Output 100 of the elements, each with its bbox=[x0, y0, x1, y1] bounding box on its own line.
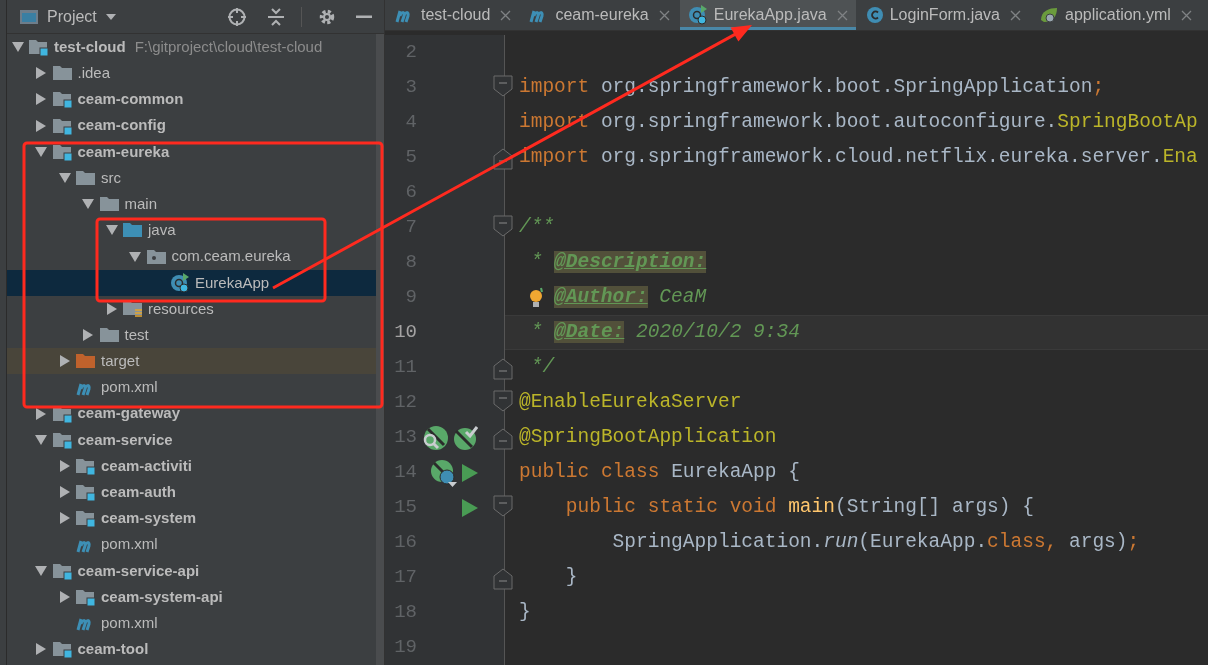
fold-marker-icon[interactable] bbox=[493, 568, 513, 590]
tree-item[interactable]: .idea bbox=[7, 60, 376, 87]
expanded-arrow-icon[interactable] bbox=[35, 434, 47, 445]
collapse-all-icon[interactable] bbox=[267, 6, 285, 27]
item-label: main bbox=[124, 193, 157, 214]
fold-marker-icon[interactable] bbox=[493, 75, 513, 97]
close-icon[interactable] bbox=[658, 9, 670, 21]
expanded-arrow-icon[interactable] bbox=[35, 146, 47, 157]
module-folder-icon bbox=[52, 640, 73, 659]
code-line: import org.springframework.cloud.netflix.eureka.server.Ena bbox=[519, 144, 1198, 170]
expanded-arrow-icon[interactable] bbox=[105, 225, 118, 236]
tree-item[interactable]: ceam-service bbox=[7, 426, 376, 453]
tree-item[interactable]: pom.xml bbox=[7, 610, 376, 637]
lightbulb-icon[interactable] bbox=[528, 286, 545, 309]
tree-item[interactable]: EurekaApp bbox=[7, 269, 376, 296]
spring-class-icon[interactable] bbox=[430, 458, 458, 487]
module-folder-icon bbox=[76, 509, 96, 528]
minimize-icon[interactable] bbox=[356, 14, 372, 19]
collapsed-arrow-icon[interactable] bbox=[59, 512, 70, 525]
code-line: */ bbox=[529, 354, 555, 380]
tree-item[interactable]: java bbox=[7, 217, 376, 244]
tree-item[interactable]: ceam-gateway bbox=[7, 400, 376, 427]
item-label: ceam-config bbox=[77, 115, 166, 136]
tree-item[interactable]: pom.xml bbox=[7, 531, 376, 558]
item-label: pom.xml bbox=[101, 534, 158, 555]
code-line: SpringApplication.run(EurekaApp.class, args); bbox=[611, 529, 1140, 555]
spring-bean-check-icon[interactable] bbox=[452, 424, 478, 451]
editor-tab[interactable]: EurekaApp.java bbox=[679, 0, 856, 30]
folder-icon bbox=[76, 170, 96, 187]
fold-marker-icon[interactable] bbox=[493, 215, 513, 237]
fold-marker-icon[interactable] bbox=[493, 428, 513, 450]
tree-item[interactable]: src bbox=[7, 164, 376, 192]
item-label: src bbox=[101, 167, 121, 188]
tree-item[interactable]: main bbox=[7, 191, 376, 218]
collapsed-arrow-icon[interactable] bbox=[36, 643, 46, 656]
collapsed-arrow-icon[interactable] bbox=[59, 486, 70, 499]
module-folder-icon bbox=[76, 457, 96, 476]
item-label: ceam-system bbox=[101, 508, 197, 529]
tree-item[interactable]: ceam-eureka bbox=[7, 138, 376, 165]
item-label: ceam-service-api bbox=[77, 560, 200, 581]
locate-icon[interactable] bbox=[227, 6, 247, 27]
expanded-arrow-icon[interactable] bbox=[11, 42, 24, 53]
code-line: @Author: CeaM bbox=[554, 284, 707, 310]
dropdown-caret-icon[interactable] bbox=[104, 12, 117, 21]
settings-icon[interactable] bbox=[318, 7, 336, 26]
tree-item[interactable]: ceam-config bbox=[7, 112, 376, 139]
tree-item[interactable]: resources bbox=[7, 295, 376, 323]
code-line: } bbox=[564, 564, 578, 590]
tree-item[interactable]: ceam-activiti bbox=[7, 453, 376, 480]
item-label: test-cloud bbox=[54, 36, 126, 57]
folder-icon bbox=[76, 353, 96, 370]
module-folder-icon bbox=[52, 430, 73, 449]
fold-marker-icon[interactable] bbox=[493, 358, 513, 380]
item-label: test bbox=[124, 324, 149, 345]
tree-item[interactable]: com.ceam.eureka bbox=[7, 243, 376, 270]
tree-item[interactable]: test-cloud F:\gitproject\cloud\test-cloud bbox=[7, 34, 376, 61]
collapsed-arrow-icon[interactable] bbox=[83, 329, 93, 342]
folder-icon bbox=[99, 327, 120, 344]
run-icon[interactable] bbox=[462, 498, 478, 517]
tree-item[interactable]: ceam-common bbox=[7, 86, 376, 113]
fold-marker-icon[interactable] bbox=[493, 495, 513, 517]
item-label: ceam-common bbox=[77, 89, 184, 110]
code-line: public class EurekaApp { bbox=[519, 459, 800, 485]
code-line: } bbox=[519, 599, 531, 625]
tree-item[interactable]: ceam-tool bbox=[7, 636, 376, 663]
collapsed-arrow-icon[interactable] bbox=[59, 460, 70, 473]
close-icon[interactable] bbox=[1180, 9, 1192, 21]
collapsed-arrow-icon[interactable] bbox=[59, 591, 70, 604]
project-window-icon bbox=[19, 8, 39, 25]
expanded-arrow-icon[interactable] bbox=[35, 565, 47, 576]
collapsed-arrow-icon[interactable] bbox=[36, 93, 46, 106]
expanded-arrow-icon[interactable] bbox=[129, 251, 141, 262]
tree-item[interactable]: ceam-system bbox=[7, 505, 376, 532]
panel-title[interactable]: Project bbox=[47, 4, 97, 29]
fold-marker-icon[interactable] bbox=[493, 390, 513, 412]
close-icon[interactable] bbox=[1010, 9, 1021, 21]
collapsed-arrow-icon[interactable] bbox=[59, 355, 70, 368]
expanded-arrow-icon[interactable] bbox=[58, 173, 71, 184]
item-label: pom.xml bbox=[101, 377, 158, 398]
item-label: ceam-activiti bbox=[101, 455, 192, 476]
item-label: .idea bbox=[77, 63, 111, 84]
folder-icon bbox=[52, 65, 73, 82]
tree-item[interactable]: target bbox=[7, 348, 376, 375]
tree-item[interactable]: pom.xml bbox=[7, 374, 376, 401]
tree-item[interactable]: ceam-system-api bbox=[7, 583, 376, 611]
collapsed-arrow-icon[interactable] bbox=[106, 302, 117, 315]
run-icon[interactable] bbox=[462, 463, 478, 482]
spring-bean-search-icon[interactable] bbox=[422, 424, 448, 451]
close-icon[interactable] bbox=[500, 9, 512, 21]
item-label: ceam-tool bbox=[77, 639, 149, 660]
tree-item[interactable]: ceam-service-api bbox=[7, 557, 376, 584]
collapsed-arrow-icon[interactable] bbox=[36, 407, 46, 420]
tree-item[interactable]: test bbox=[7, 322, 376, 349]
collapsed-arrow-icon[interactable] bbox=[36, 67, 46, 80]
tree-item[interactable]: ceam-auth bbox=[7, 479, 376, 506]
item-label: ceam-service bbox=[77, 429, 173, 450]
expanded-arrow-icon[interactable] bbox=[82, 199, 94, 210]
item-label: EurekaApp bbox=[195, 272, 270, 293]
collapsed-arrow-icon[interactable] bbox=[36, 119, 46, 132]
code-line: @SpringBootApplication bbox=[519, 424, 777, 450]
